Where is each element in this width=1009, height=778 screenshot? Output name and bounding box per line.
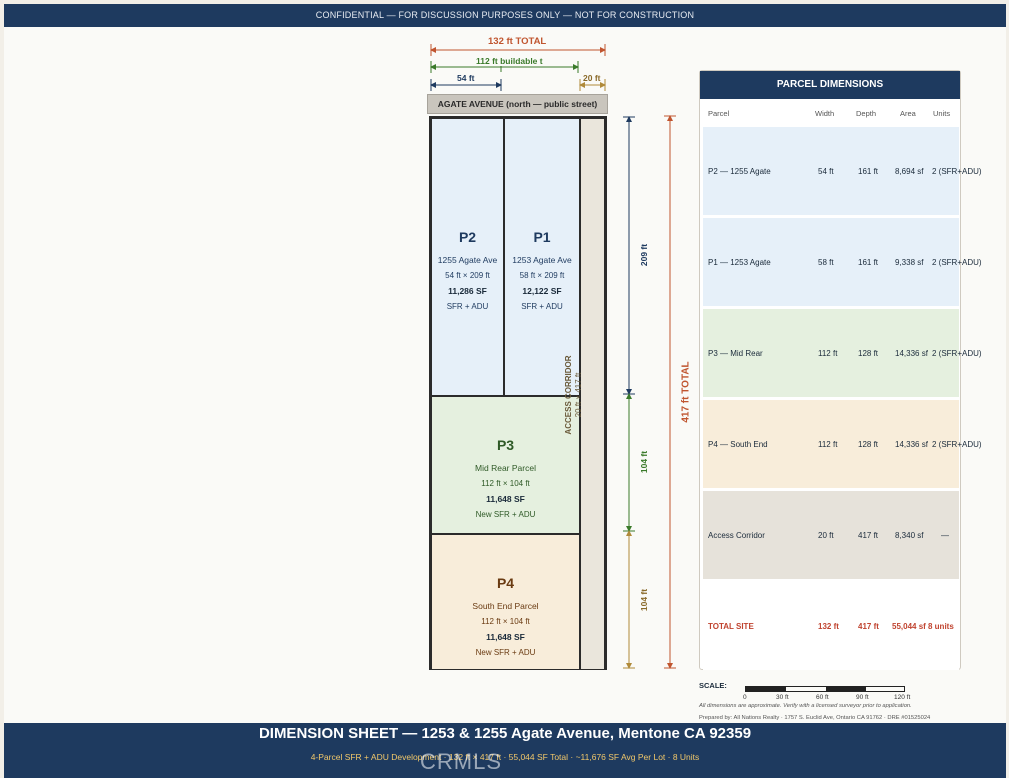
access-corridor-label: ACCESS CORRIDOR 20 ft × 417 ft xyxy=(564,355,584,434)
parcel-p1-area: 12,122 SF xyxy=(522,286,562,296)
row-p2-units: 2 (SFR+ADU) xyxy=(932,167,982,176)
row-p2-area: 8,694 sf xyxy=(895,167,924,176)
scale-tick-30: 30 ft xyxy=(776,694,789,701)
parcel-dimensions-table: PARCEL DIMENSIONS Parcel Width Depth Are… xyxy=(699,70,982,670)
header-units: Units xyxy=(933,109,951,118)
row-p3-width: 112 ft xyxy=(818,349,838,358)
row-p3-units: 2 (SFR+ADU) xyxy=(932,349,982,358)
parcel-p2-area: 11,286 SF xyxy=(448,286,487,296)
corridor-width-label: 20 ft xyxy=(583,73,601,83)
parcel-p1-name: P1 xyxy=(533,229,551,245)
row-p1-area: 9,338 sf xyxy=(895,258,924,267)
row-corridor-width: 20 ft xyxy=(818,531,834,540)
row-p4-width: 112 ft xyxy=(818,440,838,449)
table-row-total[interactable]: TOTAL SITE 132 ft 417 ft 55,044 sf 8 uni… xyxy=(703,582,959,670)
footer-subtitle: 4-Parcel SFR + ADU Development · 132 ft … xyxy=(310,752,700,762)
footer-banner: DIMENSION SHEET — 1253 & 1255 Agate Aven… xyxy=(4,723,1006,778)
row-p1-parcel: P1 — 1253 Agate xyxy=(708,258,771,267)
p12-depth-label: 209 ft xyxy=(639,243,649,267)
parcel-p2[interactable]: P2 1255 Agate Ave 54 ft × 209 ft 11,286 … xyxy=(431,118,504,396)
row-total-units: 8 units xyxy=(928,622,954,631)
row-p4-depth: 128 ft xyxy=(858,440,879,449)
row-p2-width: 54 ft xyxy=(818,167,834,176)
total-depth-label: 417 ft TOTAL xyxy=(680,358,692,426)
parcel-p4[interactable]: P4 South End Parcel 112 ft × 104 ft 11,6… xyxy=(431,534,580,670)
access-corridor-dims: 20 ft × 417 ft xyxy=(574,372,583,418)
scale-note: All dimensions are approximate. Verify w… xyxy=(699,703,912,709)
row-p3-parcel: P3 — Mid Rear xyxy=(708,349,763,358)
table-row-p3[interactable]: P3 — Mid Rear 112 ft 128 ft 14,336 sf 2 … xyxy=(703,309,982,397)
total-width-label: 132 ft TOTAL xyxy=(488,36,547,47)
scale-tick-60: 60 ft xyxy=(816,694,829,701)
buildable-width-label: 112 ft buildable t xyxy=(474,56,545,66)
street-label: AGATE AVENUE (north — public street) xyxy=(427,94,608,114)
header-area: Area xyxy=(900,109,916,118)
row-p1-depth: 161 ft xyxy=(858,258,879,267)
row-p3-depth: 128 ft xyxy=(858,349,879,358)
parcel-p2-use: SFR + ADU xyxy=(446,302,489,311)
parcel-p1-address: 1253 Agate Ave xyxy=(512,255,572,265)
parcel-p4-dims: 112 ft × 104 ft xyxy=(481,617,530,626)
row-p2-parcel: P2 — 1255 Agate xyxy=(708,167,771,176)
parcel-p4-use: New SFR + ADU xyxy=(475,648,536,657)
table-title: PARCEL DIMENSIONS xyxy=(700,71,960,99)
parcel-p3-area: 11,648 SF xyxy=(486,494,525,504)
row-total-area: 55,044 sf xyxy=(892,622,926,631)
row-total-depth: 417 ft xyxy=(858,622,879,631)
row-p4-area: 14,336 sf xyxy=(895,440,928,449)
header-width: Width xyxy=(815,109,835,118)
table-row-corridor[interactable]: Access Corridor 20 ft 417 ft 8,340 sf — xyxy=(703,491,959,579)
parcel-p1[interactable]: P1 1253 Agate Ave 58 ft × 209 ft 12,122 … xyxy=(504,118,580,396)
table-row-p2[interactable]: P2 — 1255 Agate 54 ft 161 ft 8,694 sf 2 … xyxy=(703,127,982,215)
parcel-p1-use: SFR + ADU xyxy=(521,302,563,311)
table-row-p4[interactable]: P4 — South End 112 ft 128 ft 14,336 sf 2… xyxy=(703,400,982,488)
parcel-p4-area: 11,648 SF xyxy=(486,632,525,642)
scale-label: SCALE: xyxy=(699,681,727,690)
scale-bar xyxy=(745,686,905,692)
table-row-p1[interactable]: P1 — 1253 Agate 58 ft 161 ft 9,338 sf 2 … xyxy=(703,218,982,306)
row-p1-units: 2 (SFR+ADU) xyxy=(932,258,982,267)
parcel-p4-address: South End Parcel xyxy=(472,601,539,611)
crmls-watermark: CRMLS xyxy=(420,749,503,774)
scale-tick-0: 0 xyxy=(743,694,747,701)
prepared-by: Prepared by: All Nations Realty · 1757 S… xyxy=(699,715,931,721)
parcel-p4-name: P4 xyxy=(496,575,515,591)
p3-depth-label: 104 ft xyxy=(639,450,649,474)
parcel-p3-use: New SFR + ADU xyxy=(475,510,536,519)
row-corridor-units: — xyxy=(941,531,949,540)
parcel-p3-name: P3 xyxy=(496,437,515,453)
parcel-p2-name: P2 xyxy=(458,229,477,245)
row-p4-parcel: P4 — South End xyxy=(708,440,768,449)
header-depth: Depth xyxy=(856,109,877,118)
row-total-width: 132 ft xyxy=(818,622,839,631)
parcel-p2-address: 1255 Agate Ave xyxy=(437,255,498,265)
parcel-p3-address: Mid Rear Parcel xyxy=(475,463,536,473)
access-corridor-name: ACCESS CORRIDOR xyxy=(564,355,573,435)
parcel-p3[interactable]: P3 Mid Rear Parcel 112 ft × 104 ft 11,64… xyxy=(431,396,580,534)
row-total-parcel: TOTAL SITE xyxy=(708,622,754,631)
footer-title: DIMENSION SHEET — 1253 & 1255 Agate Aven… xyxy=(258,725,752,742)
scale-tick-120: 120 ft xyxy=(894,694,911,701)
row-corridor-area: 8,340 sf xyxy=(895,531,924,540)
row-p2-depth: 161 ft xyxy=(858,167,879,176)
row-p3-area: 14,336 sf xyxy=(895,349,928,358)
row-p1-width: 58 ft xyxy=(818,258,834,267)
parcel-p3-dims: 112 ft × 104 ft xyxy=(481,479,530,488)
scale-tick-90: 90 ft xyxy=(856,694,869,701)
p2-width-label: 54 ft xyxy=(457,73,475,83)
header-parcel: Parcel xyxy=(708,109,730,118)
parcel-p2-dims: 54 ft × 209 ft xyxy=(445,271,490,280)
p4-depth-label: 104 ft xyxy=(639,588,649,612)
row-corridor-depth: 417 ft xyxy=(858,531,879,540)
row-p4-units: 2 (SFR+ADU) xyxy=(932,440,982,449)
parcel-p1-dims: 58 ft × 209 ft xyxy=(519,271,565,280)
row-corridor-parcel: Access Corridor xyxy=(708,531,765,540)
